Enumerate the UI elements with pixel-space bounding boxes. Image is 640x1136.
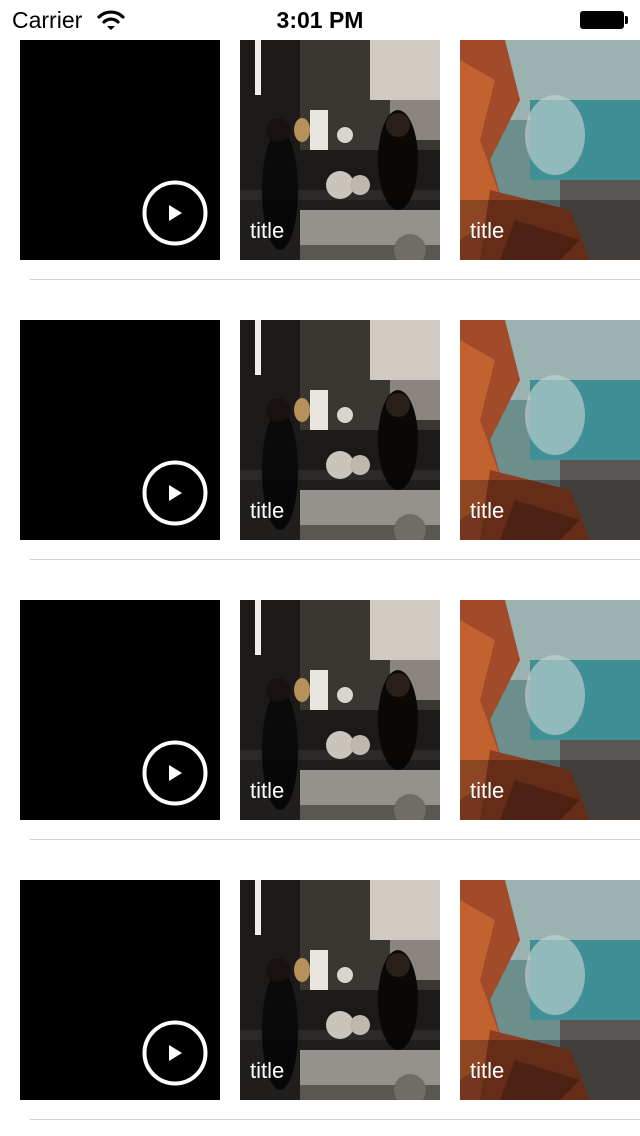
- media-list[interactable]: title title title title title title titl…: [0, 0, 640, 1136]
- battery-tip-icon: [625, 16, 628, 24]
- battery-icon: [580, 11, 624, 29]
- photo-thumbnail[interactable]: title: [240, 320, 440, 540]
- photo-title: title: [250, 498, 285, 523]
- photo-thumbnail[interactable]: title: [460, 320, 640, 540]
- photo-thumbnail[interactable]: title: [240, 40, 440, 260]
- photo-thumbnail[interactable]: title: [240, 600, 440, 820]
- media-row: title title: [0, 840, 640, 1120]
- photo-thumbnail[interactable]: title: [460, 40, 640, 260]
- video-thumbnail[interactable]: [20, 40, 220, 260]
- media-row: title title: [0, 0, 640, 280]
- row-separator: [30, 1119, 640, 1120]
- media-row: title title: [0, 280, 640, 560]
- photo-thumbnail[interactable]: title: [460, 600, 640, 820]
- clock-time: 3:01 PM: [276, 7, 364, 33]
- video-thumbnail[interactable]: [20, 880, 220, 1100]
- photo-title: title: [470, 778, 505, 803]
- photo-title: title: [470, 498, 505, 523]
- play-icon[interactable]: [142, 1020, 208, 1086]
- play-icon[interactable]: [142, 740, 208, 806]
- photo-title: title: [250, 218, 285, 243]
- photo-title: title: [250, 778, 285, 803]
- photo-thumbnail[interactable]: title: [240, 880, 440, 1100]
- status-bar: Carrier 3:01 PM: [0, 0, 640, 40]
- media-row: title title: [0, 560, 640, 840]
- photo-title: title: [250, 1058, 285, 1083]
- photo-title: title: [470, 218, 505, 243]
- video-thumbnail[interactable]: [20, 320, 220, 540]
- play-icon[interactable]: [142, 460, 208, 526]
- photo-title: title: [470, 1058, 505, 1083]
- photo-thumbnail[interactable]: title: [460, 880, 640, 1100]
- video-thumbnail[interactable]: [20, 600, 220, 820]
- play-icon[interactable]: [142, 180, 208, 246]
